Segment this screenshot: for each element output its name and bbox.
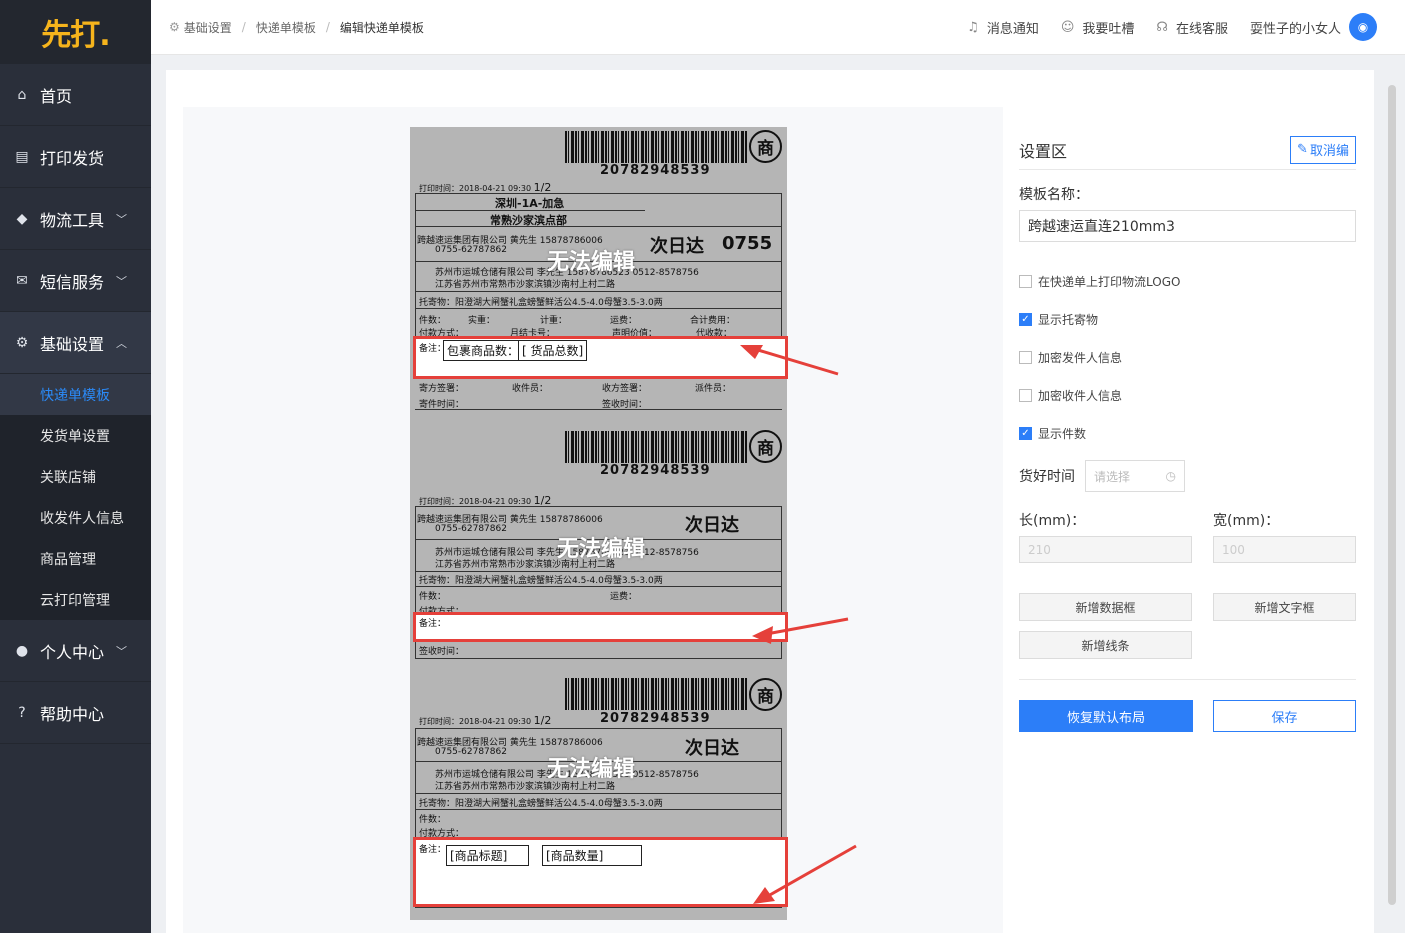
time-placeholder: 请选择: [1094, 469, 1131, 484]
nav-label: 短信服务: [40, 272, 105, 292]
crumb-1[interactable]: 基础设置: [184, 19, 232, 36]
service-label: 在线客服: [1175, 21, 1228, 37]
nav-personal[interactable]: ● 个人中心 ﹀: [0, 620, 151, 682]
nav-logistics[interactable]: ◆ 物流工具 ﹀: [0, 188, 151, 250]
headset-icon: ☊: [1156, 19, 1168, 35]
checkbox-checked[interactable]: ✓: [1019, 312, 1032, 326]
save-button[interactable]: 保存: [1213, 700, 1356, 732]
service-link[interactable]: ☊ 在线客服: [1156, 18, 1228, 37]
submenu: 快递单模板 发货单设置 关联店铺 收发件人信息 商品管理 云打印管理: [0, 374, 151, 620]
template-canvas: 20782948539 商 打印时间：2018-04-21 09:30 1/2 …: [183, 107, 1003, 933]
chevron-down-icon: ﹀: [116, 644, 127, 658]
gear-icon: ⚙: [15, 334, 29, 351]
username: 耍性子的小女人: [1249, 21, 1341, 37]
check-pieces[interactable]: ✓ 显示件数: [1019, 414, 1356, 452]
chevron-down-icon: ﹀: [116, 212, 127, 226]
cancel-label: 取消编: [1309, 144, 1349, 159]
nav-home[interactable]: ⌂ 首页: [0, 64, 151, 126]
nav-print[interactable]: ▤ 打印发货: [0, 126, 151, 188]
settings-panel: 设置区 ✎ 取消编 模板名称： 跨越速运直连210mm3 在快递单上打印物流LOG…: [1019, 130, 1356, 732]
nav-label: 物流工具: [40, 210, 105, 230]
sub-contacts[interactable]: 收发件人信息: [0, 497, 151, 538]
checkbox[interactable]: [1019, 388, 1032, 402]
check-logo[interactable]: 在快递单上打印物流LOGO: [1019, 262, 1356, 300]
sub-express-template[interactable]: 快递单模板: [0, 374, 151, 415]
logo[interactable]: 先打.: [0, 0, 151, 64]
gear-icon: ⚙: [169, 20, 180, 34]
settings-title: 设置区: [1019, 141, 1068, 161]
avatar[interactable]: ◉: [1349, 13, 1377, 41]
notify-link[interactable]: ♫ 消息通知: [967, 18, 1039, 37]
content: 20782948539 商 打印时间：2018-04-21 09:30 1/2 …: [151, 55, 1405, 933]
crumb-3: 编辑快递单模板: [339, 20, 424, 35]
nav-help[interactable]: ? 帮助中心: [0, 682, 151, 744]
nav-label: 首页: [40, 86, 73, 106]
check-label: 在快递单上打印物流LOGO: [1038, 274, 1181, 289]
breadcrumb: ⚙ 基础设置 / 快递单模板 / 编辑快递单模板: [169, 19, 424, 36]
mail-icon: ✉: [16, 272, 28, 289]
checkbox-checked[interactable]: ✓: [1019, 426, 1032, 440]
sub-shop[interactable]: 关联店铺: [0, 456, 151, 497]
reset-layout-button[interactable]: 恢复默认布局: [1019, 700, 1193, 732]
help-icon: ?: [18, 704, 26, 721]
add-text-box-button[interactable]: 新增文字框: [1213, 593, 1356, 621]
nav-sms[interactable]: ✉ 短信服务 ﹀: [0, 250, 151, 312]
printer-icon: ▤: [15, 148, 29, 165]
arrows-overlay: [740, 345, 857, 904]
smile-icon: ☺: [1060, 19, 1075, 35]
arrow: [747, 345, 839, 376]
arrow: [760, 844, 857, 902]
cube-icon: ◆: [16, 210, 28, 227]
topbar: ⚙ 基础设置 / 快递单模板 / 编辑快递单模板 ♫ 消息通知 ☺ 我要吐槽 ☊ 在线客服…: [151, 0, 1405, 55]
editor-card: 20782948539 商 打印时间：2018-04-21 09:30 1/2 …: [166, 70, 1396, 933]
complain-label: 我要吐槽: [1082, 21, 1135, 37]
scrollbar[interactable]: [1388, 85, 1396, 905]
sub-invoice[interactable]: 发货单设置: [0, 415, 151, 456]
chevron-up-icon: ︿: [116, 336, 127, 350]
arrow: [760, 617, 849, 637]
clock-icon: ◷: [1165, 469, 1176, 483]
width-label: 宽(mm)：: [1213, 513, 1280, 529]
pencil-icon: ✎: [1297, 142, 1308, 157]
check-label: 加密发件人信息: [1038, 350, 1123, 365]
home-icon: ⌂: [17, 86, 27, 103]
checkbox[interactable]: [1019, 350, 1032, 364]
add-line-button[interactable]: 新增线条: [1019, 631, 1192, 659]
sub-goods[interactable]: 商品管理: [0, 538, 151, 579]
checkbox[interactable]: [1019, 274, 1032, 288]
width-input[interactable]: 100: [1213, 536, 1356, 563]
length-label: 长(mm)：: [1019, 513, 1086, 529]
length-input[interactable]: 210: [1019, 536, 1192, 563]
check-label: 加密收件人信息: [1038, 388, 1123, 403]
ready-time-picker[interactable]: 请选择 ◷: [1085, 460, 1185, 492]
check-label: 显示件数: [1038, 426, 1087, 441]
bell-icon: ♫: [967, 19, 979, 35]
sub-cloud-print[interactable]: 云打印管理: [0, 579, 151, 620]
arrow-head: [752, 626, 773, 644]
template-name-input[interactable]: 跨越速运直连210mm3: [1019, 210, 1356, 242]
nav-label: 基础设置: [40, 334, 105, 354]
crumb-2[interactable]: 快递单模板: [256, 19, 316, 36]
template-name-label: 模板名称：: [1019, 187, 1089, 203]
nav-label: 打印发货: [40, 148, 105, 168]
user-menu[interactable]: 耍性子的小女人 ◉: [1250, 13, 1377, 41]
nav-label: 个人中心: [40, 642, 105, 662]
nav-label: 帮助中心: [40, 704, 105, 724]
user-icon: ●: [15, 642, 29, 659]
ready-time-label: 货好时间: [1019, 469, 1075, 485]
check-encrypt-receiver[interactable]: 加密收件人信息: [1019, 376, 1356, 414]
sidebar: 先打. ⌂ 首页 ▤ 打印发货 ◆ 物流工具 ﹀ ✉ 短信服务 ﹀ ⚙ 基础设置 ︿ 快递单模板…: [0, 0, 151, 933]
notify-label: 消息通知: [986, 21, 1039, 37]
logo-text: 先打.: [41, 18, 110, 53]
check-goods[interactable]: ✓ 显示托寄物: [1019, 300, 1356, 338]
chevron-down-icon: ﹀: [116, 274, 127, 288]
check-label: 显示托寄物: [1038, 312, 1099, 327]
nav-settings[interactable]: ⚙ 基础设置 ︿: [0, 312, 151, 374]
cancel-edit-button[interactable]: ✎ 取消编: [1290, 135, 1356, 164]
check-encrypt-sender[interactable]: 加密发件人信息: [1019, 338, 1356, 376]
add-data-box-button[interactable]: 新增数据框: [1019, 593, 1192, 621]
complain-link[interactable]: ☺ 我要吐槽: [1061, 18, 1135, 37]
